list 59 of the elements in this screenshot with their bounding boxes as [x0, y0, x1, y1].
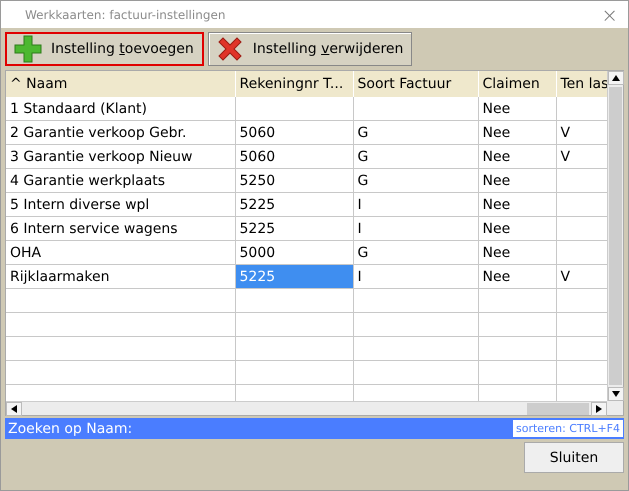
table-cell: G [353, 168, 478, 192]
scroll-right-button[interactable] [591, 402, 607, 416]
table-cell: 5250 [235, 168, 353, 192]
table-cell: 1 Standaard (Klant) [6, 97, 235, 120]
table-cell: V [556, 144, 607, 168]
column-header[interactable]: Claimen [478, 71, 556, 97]
table-cell: Nee [478, 144, 556, 168]
scroll-thumb[interactable] [527, 403, 589, 415]
table-cell: 5060 [235, 144, 353, 168]
table-cell: Nee [478, 264, 556, 288]
column-header[interactable]: Soort Factuur [353, 71, 478, 97]
table-cell: Rijklaarmaken [6, 264, 235, 288]
scroll-left-icon [11, 404, 17, 412]
close-dialog-button[interactable]: Sluiten [524, 442, 624, 473]
table-cell: Nee [478, 216, 556, 240]
table-cell: Nee [478, 97, 556, 120]
table-cell: I [353, 216, 478, 240]
table-cell: 3 Garantie verkoop Nieuw [6, 144, 235, 168]
table-cell: 4 Garantie werkplaats [6, 168, 235, 192]
sort-hint: sorteren: CTRL+F4 [512, 420, 623, 437]
search-label: Zoeken op Naam: [7, 420, 132, 436]
plus-icon [13, 34, 43, 64]
table-cell: G [353, 240, 478, 264]
add-setting-button[interactable]: Instelling toevoegen [5, 32, 204, 66]
remove-setting-button[interactable]: Instelling verwijderen [208, 32, 412, 66]
scroll-thumb[interactable] [609, 87, 622, 385]
table-cell: Nee [478, 168, 556, 192]
scroll-up-button[interactable] [608, 71, 624, 85]
table-cell: 6 Intern service wagens [6, 216, 235, 240]
table-cell: 2 Garantie verkoop Gebr. [6, 120, 235, 144]
table-cell: I [353, 264, 478, 288]
scrollbar-corner [607, 401, 623, 415]
table-cell: G [353, 120, 478, 144]
table-cell: 5060 [235, 120, 353, 144]
table-cell: Nee [478, 240, 556, 264]
column-header[interactable]: ^ Naam [6, 71, 235, 97]
table-cell: 5225 [235, 192, 353, 216]
table-cell: I [353, 192, 478, 216]
table-cell: G [353, 144, 478, 168]
table-cell: Nee [478, 120, 556, 144]
close-button[interactable]: × [601, 2, 618, 26]
table-cell: 5000 [235, 240, 353, 264]
column-header[interactable]: Rekeningnr T... [235, 71, 353, 97]
scroll-left-button[interactable] [6, 402, 22, 416]
table-cell: 5225 [235, 264, 353, 288]
scroll-down-button[interactable] [608, 387, 624, 401]
scroll-right-icon [596, 404, 602, 412]
window-title: Werkkaarten: factuur-instellingen [25, 8, 226, 22]
scroll-up-icon [612, 75, 620, 81]
horizontal-scrollbar[interactable] [6, 401, 607, 415]
table-cell: V [556, 264, 607, 288]
scroll-down-icon [612, 391, 620, 397]
table-cell: 5225 [235, 216, 353, 240]
vertical-scrollbar[interactable] [607, 71, 623, 401]
table-cell: OHA [6, 240, 235, 264]
search-bar[interactable]: Zoeken op Naam: sorteren: CTRL+F4 [5, 418, 624, 439]
table-cell: Nee [478, 192, 556, 216]
table-cell: V [556, 120, 607, 144]
table-cell: 5 Intern diverse wpl [6, 192, 235, 216]
